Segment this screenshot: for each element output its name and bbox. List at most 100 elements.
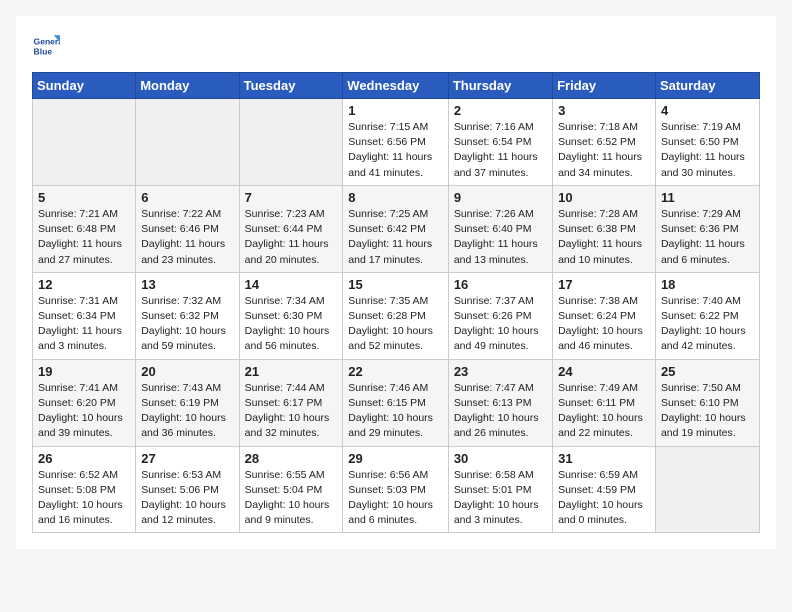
day-number: 19: [38, 364, 130, 379]
day-info: Sunrise: 6:55 AMSunset: 5:04 PMDaylight:…: [245, 468, 338, 529]
day-cell: [33, 99, 136, 186]
day-number: 30: [454, 451, 547, 466]
day-cell: 31 Sunrise: 6:59 AMSunset: 4:59 PMDayligh…: [553, 446, 656, 533]
day-number: 18: [661, 277, 754, 292]
logo: General Blue: [32, 32, 60, 60]
day-number: 10: [558, 190, 650, 205]
week-row-3: 12Sunrise: 7:31 AMSunset: 6:34 PMDayligh…: [33, 272, 760, 359]
day-cell: 15Sunrise: 7:35 AMSunset: 6:28 PMDayligh…: [343, 272, 449, 359]
day-info: Sunrise: 7:47 AMSunset: 6:13 PMDaylight:…: [454, 381, 547, 442]
day-info: Sunrise: 7:35 AMSunset: 6:28 PMDaylight:…: [348, 294, 443, 355]
day-info: Sunrise: 7:32 AMSunset: 6:32 PMDaylight:…: [141, 294, 233, 355]
day-number: 3: [558, 103, 650, 118]
day-cell: 21Sunrise: 7:44 AMSunset: 6:17 PMDayligh…: [239, 359, 343, 446]
day-cell: 17 Sunrise: 7:38 AMSunset: 6:24 PMDayligh…: [553, 272, 656, 359]
day-cell: 19 Sunrise: 7:41 AMSunset: 6:20 PMDayligh…: [33, 359, 136, 446]
week-row-4: 19 Sunrise: 7:41 AMSunset: 6:20 PMDayligh…: [33, 359, 760, 446]
day-number: 13: [141, 277, 233, 292]
day-cell: [239, 99, 343, 186]
weekday-header-thursday: Thursday: [448, 73, 552, 99]
week-row-5: 26Sunrise: 6:52 AMSunset: 5:08 PMDayligh…: [33, 446, 760, 533]
day-info: Sunrise: 7:37 AMSunset: 6:26 PMDaylight:…: [454, 294, 547, 355]
day-cell: 2 Sunrise: 7:16 AMSunset: 6:54 PMDaylight…: [448, 99, 552, 186]
day-cell: 8 Sunrise: 7:25 AMSunset: 6:42 PMDaylight…: [343, 185, 449, 272]
day-info: Sunrise: 7:26 AMSunset: 6:40 PMDaylight:…: [454, 207, 547, 268]
header: General Blue: [32, 32, 760, 60]
day-info: Sunrise: 7:29 AMSunset: 6:36 PMDaylight:…: [661, 207, 754, 268]
day-cell: 13 Sunrise: 7:32 AMSunset: 6:32 PMDayligh…: [136, 272, 239, 359]
day-number: 9: [454, 190, 547, 205]
day-cell: 29 Sunrise: 6:56 AMSunset: 5:03 PMDayligh…: [343, 446, 449, 533]
day-info: Sunrise: 7:40 AMSunset: 6:22 PMDaylight:…: [661, 294, 754, 355]
day-cell: 30 Sunrise: 6:58 AMSunset: 5:01 PMDayligh…: [448, 446, 552, 533]
day-info: Sunrise: 7:34 AMSunset: 6:30 PMDaylight:…: [245, 294, 338, 355]
weekday-header-saturday: Saturday: [655, 73, 759, 99]
day-number: 2: [454, 103, 547, 118]
day-number: 4: [661, 103, 754, 118]
day-info: Sunrise: 6:52 AMSunset: 5:08 PMDaylight:…: [38, 468, 130, 529]
day-cell: [136, 99, 239, 186]
day-number: 17: [558, 277, 650, 292]
week-row-1: 1 Sunrise: 7:15 AMSunset: 6:56 PMDaylight…: [33, 99, 760, 186]
svg-text:General: General: [34, 36, 60, 46]
day-cell: 25Sunrise: 7:50 AMSunset: 6:10 PMDayligh…: [655, 359, 759, 446]
day-cell: 26Sunrise: 6:52 AMSunset: 5:08 PMDayligh…: [33, 446, 136, 533]
day-number: 16: [454, 277, 547, 292]
day-cell: 24 Sunrise: 7:49 AMSunset: 6:11 PMDayligh…: [553, 359, 656, 446]
day-info: Sunrise: 7:28 AMSunset: 6:38 PMDaylight:…: [558, 207, 650, 268]
weekday-header-friday: Friday: [553, 73, 656, 99]
day-number: 7: [245, 190, 338, 205]
svg-text:Blue: Blue: [34, 47, 53, 57]
day-cell: 3 Sunrise: 7:18 AMSunset: 6:52 PMDaylight…: [553, 99, 656, 186]
day-cell: 9 Sunrise: 7:26 AMSunset: 6:40 PMDaylight…: [448, 185, 552, 272]
day-info: Sunrise: 7:46 AMSunset: 6:15 PMDaylight:…: [348, 381, 443, 442]
day-info: Sunrise: 6:58 AMSunset: 5:01 PMDaylight:…: [454, 468, 547, 529]
day-cell: 11 Sunrise: 7:29 AMSunset: 6:36 PMDayligh…: [655, 185, 759, 272]
day-number: 28: [245, 451, 338, 466]
day-number: 24: [558, 364, 650, 379]
day-cell: 6Sunrise: 7:22 AMSunset: 6:46 PMDaylight…: [136, 185, 239, 272]
day-info: Sunrise: 6:59 AMSunset: 4:59 PMDaylight:…: [558, 468, 650, 529]
day-cell: 7Sunrise: 7:23 AMSunset: 6:44 PMDaylight…: [239, 185, 343, 272]
day-number: 12: [38, 277, 130, 292]
day-number: 23: [454, 364, 547, 379]
day-number: 1: [348, 103, 443, 118]
day-info: Sunrise: 7:38 AMSunset: 6:24 PMDaylight:…: [558, 294, 650, 355]
day-info: Sunrise: 7:41 AMSunset: 6:20 PMDaylight:…: [38, 381, 130, 442]
day-number: 11: [661, 190, 754, 205]
day-number: 29: [348, 451, 443, 466]
day-number: 14: [245, 277, 338, 292]
weekday-header-monday: Monday: [136, 73, 239, 99]
day-cell: 22Sunrise: 7:46 AMSunset: 6:15 PMDayligh…: [343, 359, 449, 446]
day-info: Sunrise: 7:19 AMSunset: 6:50 PMDaylight:…: [661, 120, 754, 181]
day-cell: 14 Sunrise: 7:34 AMSunset: 6:30 PMDayligh…: [239, 272, 343, 359]
day-number: 31: [558, 451, 650, 466]
day-number: 6: [141, 190, 233, 205]
calendar-page: General Blue SundayMondayTuesdayWednesda…: [16, 16, 776, 549]
logo-icon: General Blue: [32, 32, 60, 60]
day-info: Sunrise: 6:56 AMSunset: 5:03 PMDaylight:…: [348, 468, 443, 529]
day-cell: 20Sunrise: 7:43 AMSunset: 6:19 PMDayligh…: [136, 359, 239, 446]
day-info: Sunrise: 7:25 AMSunset: 6:42 PMDaylight:…: [348, 207, 443, 268]
day-cell: 28 Sunrise: 6:55 AMSunset: 5:04 PMDayligh…: [239, 446, 343, 533]
day-cell: 27 Sunrise: 6:53 AMSunset: 5:06 PMDayligh…: [136, 446, 239, 533]
day-cell: [655, 446, 759, 533]
day-info: Sunrise: 6:53 AMSunset: 5:06 PMDaylight:…: [141, 468, 233, 529]
day-info: Sunrise: 7:49 AMSunset: 6:11 PMDaylight:…: [558, 381, 650, 442]
day-info: Sunrise: 7:18 AMSunset: 6:52 PMDaylight:…: [558, 120, 650, 181]
day-number: 21: [245, 364, 338, 379]
day-cell: 18 Sunrise: 7:40 AMSunset: 6:22 PMDayligh…: [655, 272, 759, 359]
day-cell: 1 Sunrise: 7:15 AMSunset: 6:56 PMDaylight…: [343, 99, 449, 186]
weekday-header-sunday: Sunday: [33, 73, 136, 99]
week-row-2: 5Sunrise: 7:21 AMSunset: 6:48 PMDaylight…: [33, 185, 760, 272]
day-number: 5: [38, 190, 130, 205]
day-number: 27: [141, 451, 233, 466]
day-number: 8: [348, 190, 443, 205]
day-cell: 10 Sunrise: 7:28 AMSunset: 6:38 PMDayligh…: [553, 185, 656, 272]
day-info: Sunrise: 7:16 AMSunset: 6:54 PMDaylight:…: [454, 120, 547, 181]
day-info: Sunrise: 7:50 AMSunset: 6:10 PMDaylight:…: [661, 381, 754, 442]
day-info: Sunrise: 7:15 AMSunset: 6:56 PMDaylight:…: [348, 120, 443, 181]
day-cell: 23 Sunrise: 7:47 AMSunset: 6:13 PMDayligh…: [448, 359, 552, 446]
day-cell: 12Sunrise: 7:31 AMSunset: 6:34 PMDayligh…: [33, 272, 136, 359]
day-number: 20: [141, 364, 233, 379]
